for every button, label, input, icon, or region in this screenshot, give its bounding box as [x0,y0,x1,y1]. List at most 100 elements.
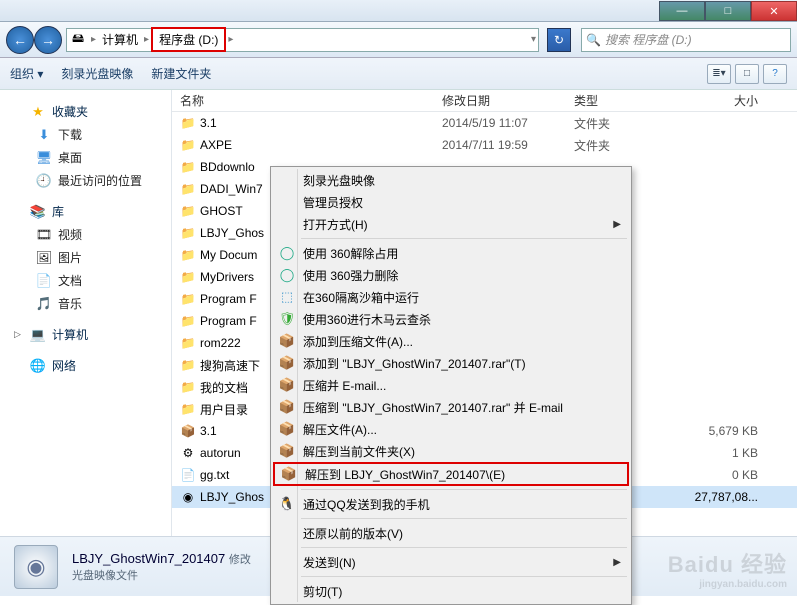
file-date: 2014/7/11 19:59 [434,138,566,152]
view-mode-button[interactable]: ≣▾ [707,64,731,84]
maximize-button[interactable]: □ [705,1,751,21]
menu-item[interactable]: 📦添加到 "LBJY_GhostWin7_201407.rar"(T) [273,352,629,374]
menu-item[interactable]: ◯使用 360解除占用 [273,242,629,264]
forward-button[interactable]: → [34,26,62,54]
context-menu: 刻录光盘映像管理员授权打开方式(H) ▶ ◯使用 360解除占用◯使用 360强力删… [270,166,632,605]
column-headers[interactable]: 名称 修改日期 类型 大小 [172,90,797,112]
file-name: DADI_Win7 [200,182,263,196]
menu-item-icon: 📦 [279,466,299,482]
sidebar-downloads[interactable]: ⬇下载 [10,123,161,146]
menu-item-icon: ◯ [277,245,297,261]
search-placeholder: 搜索 程序盘 (D:) [605,31,692,48]
menu-item[interactable]: 🐧通过QQ发送到我的手机 [273,493,629,515]
menu-item[interactable]: 管理员授权 [273,191,629,213]
breadcrumb-computer[interactable]: 计算机 [98,31,142,48]
menu-item[interactable]: 📦添加到压缩文件(A)... [273,330,629,352]
menu-item[interactable]: ◯使用 360强力删除 [273,264,629,286]
file-icon: 📄 [180,467,196,483]
file-size: 1 KB [666,446,766,460]
menu-separator [301,489,627,490]
sidebar-network[interactable]: 🌐网络 [10,354,161,377]
col-date[interactable]: 修改日期 [434,92,566,109]
file-type: 文件夹 [566,137,666,154]
menu-item[interactable]: 📦解压到 LBJY_GhostWin7_201407\(E) [273,462,629,486]
file-icon: 📁 [180,379,196,395]
command-bar: 组织 ▾ 刻录光盘映像 新建文件夹 ≣▾ □ ? [0,58,797,90]
col-type[interactable]: 类型 [566,92,666,109]
sidebar-libraries[interactable]: 📚库 [10,200,161,223]
network-icon: 🌐 [30,358,46,374]
nav-pane: ★收藏夹 ⬇下载 🖥桌面 🕘最近访问的位置 📚库 🎞视频 🖼图片 📄文档 🎵音乐… [0,90,172,536]
burn-image-button[interactable]: 刻录光盘映像 [61,65,133,82]
sidebar-music[interactable]: 🎵音乐 [10,292,161,315]
menu-separator [301,576,627,577]
menu-item[interactable]: 📦压缩到 "LBJY_GhostWin7_201407.rar" 并 E-mai… [273,396,629,418]
menu-item-label: 在360隔离沙箱中运行 [303,289,419,306]
music-icon: 🎵 [36,296,52,312]
file-name: gg.txt [200,468,229,482]
chevron-down-icon[interactable]: ▾ [529,34,538,45]
menu-item[interactable]: 还原以前的版本(V) [273,522,629,544]
menu-item-label: 还原以前的版本(V) [303,525,403,542]
chevron-right-icon: ▸ [142,34,151,45]
chevron-right-icon: ▶ [613,219,621,230]
file-icon: 📁 [180,247,196,263]
details-subtitle: 光盘映像文件 [72,567,251,583]
file-name: Program F [200,292,257,306]
sidebar-documents[interactable]: 📄文档 [10,269,161,292]
menu-item[interactable]: 📦解压文件(A)... [273,418,629,440]
sidebar-recent[interactable]: 🕘最近访问的位置 [10,169,161,192]
back-button[interactable]: ← [6,26,34,54]
file-icon: 📁 [180,401,196,417]
breadcrumb-drive[interactable]: 程序盘 (D:) [151,27,226,52]
refresh-button[interactable]: ↻ [547,28,571,52]
col-size[interactable]: 大小 [666,92,766,109]
file-icon: 📁 [180,269,196,285]
menu-item[interactable]: 刻录光盘映像 [273,169,629,191]
recent-icon: 🕘 [36,173,52,189]
menu-item[interactable]: ⬚在360隔离沙箱中运行 [273,286,629,308]
menu-item-label: 打开方式(H) [303,216,368,233]
menu-item[interactable]: 📦解压到当前文件夹(X) [273,440,629,462]
sidebar-pictures[interactable]: 🖼图片 [10,246,161,269]
new-folder-button[interactable]: 新建文件夹 [151,65,211,82]
file-icon: 📁 [180,203,196,219]
minimize-button[interactable]: — [659,1,705,21]
organize-button[interactable]: 组织 ▾ [10,65,43,82]
preview-pane-button[interactable]: □ [735,64,759,84]
sidebar-videos[interactable]: 🎞视频 [10,223,161,246]
menu-item-label: 添加到压缩文件(A)... [303,333,413,350]
menu-item-label: 压缩并 E-mail... [303,377,386,394]
file-name: 搜狗高速下 [200,357,260,374]
menu-item[interactable]: 打开方式(H) ▶ [273,213,629,235]
menu-item[interactable]: 剪切(T) [273,580,629,602]
file-date: 2014/5/19 11:07 [434,116,566,130]
menu-item[interactable]: 发送到(N)▶ [273,551,629,573]
col-name[interactable]: 名称 [172,92,434,109]
document-icon: 📄 [36,273,52,289]
star-icon: ★ [30,104,46,120]
file-name: BDdownlo [200,160,255,174]
sidebar-favorites[interactable]: ★收藏夹 [10,100,161,123]
menu-item[interactable]: 📦压缩并 E-mail... [273,374,629,396]
menu-separator [301,547,627,548]
file-name: autorun [200,446,241,460]
file-icon: 📁 [180,357,196,373]
file-icon: 📦 [180,423,196,439]
search-icon: 🔍 [586,33,601,47]
menu-item-label: 剪切(T) [303,583,342,600]
video-icon: 🎞 [36,227,52,243]
sidebar-desktop[interactable]: 🖥桌面 [10,146,161,169]
help-button[interactable]: ? [763,64,787,84]
address-bar[interactable]: 🖴 ▸ 计算机 ▸ 程序盘 (D:) ▸ ▾ [66,28,539,52]
menu-item-icon: 🛡 [277,311,297,327]
file-row[interactable]: 📁AXPE2014/7/11 19:59文件夹 [172,134,797,156]
file-row[interactable]: 📁3.12014/5/19 11:07文件夹 [172,112,797,134]
file-name: 3.1 [200,424,217,438]
search-input[interactable]: 🔍 搜索 程序盘 (D:) [581,28,791,52]
sidebar-computer[interactable]: ▷💻计算机 [10,323,161,346]
close-button[interactable]: ✕ [751,1,797,21]
computer-icon: 💻 [30,327,46,343]
file-icon: ⚙ [180,445,196,461]
menu-item[interactable]: 🛡使用360进行木马云查杀 [273,308,629,330]
